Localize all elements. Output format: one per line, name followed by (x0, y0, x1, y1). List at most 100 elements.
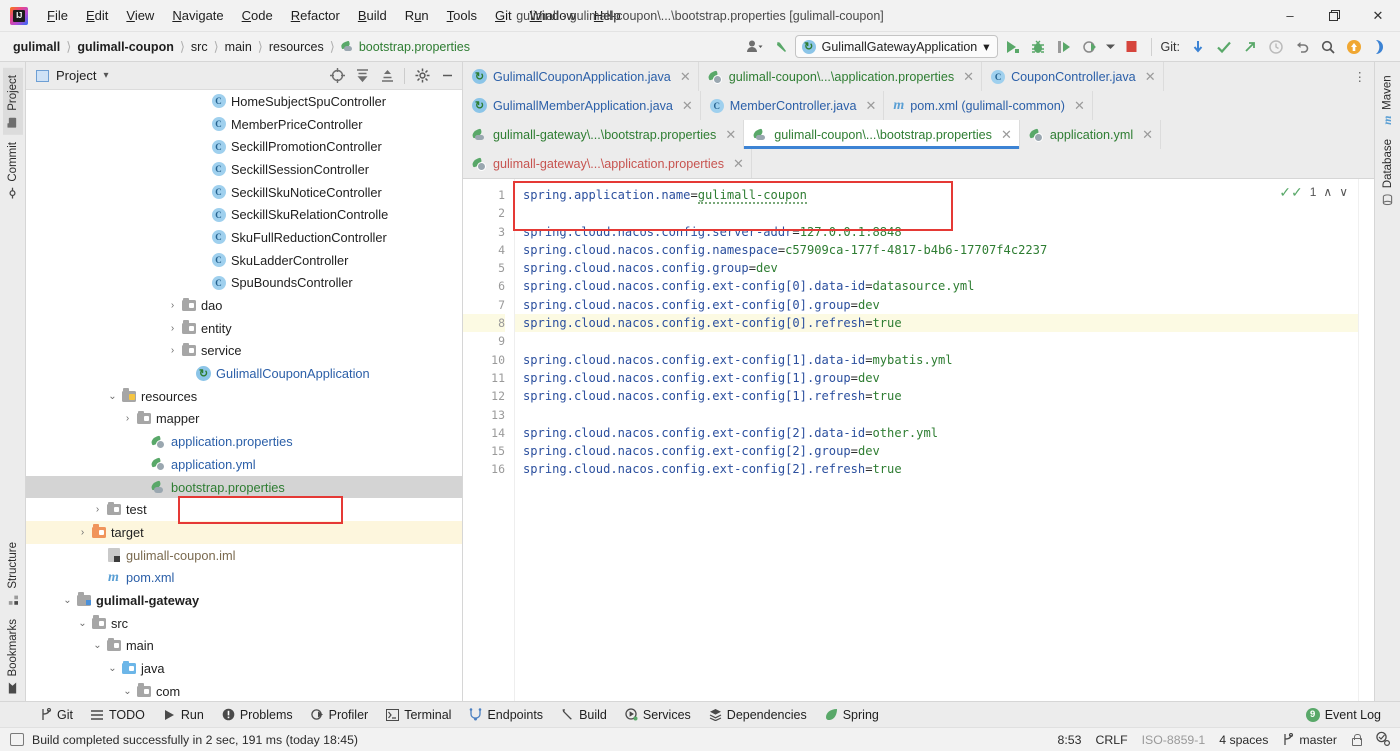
profiler-icon[interactable] (1078, 35, 1102, 59)
menu-view[interactable]: View (117, 4, 163, 27)
menu-refactor[interactable]: Refactor (282, 4, 349, 27)
chevron-right-icon[interactable]: › (75, 527, 90, 538)
run-configuration-selector[interactable]: GulimallGatewayApplication ▾ (794, 35, 998, 58)
tree-node-service[interactable]: › service (26, 340, 462, 363)
tree-node-skufullreductioncontroller[interactable]: C SkuFullReductionController (26, 226, 462, 249)
code-line[interactable]: spring.cloud.nacos.config.ext-config[1].… (523, 351, 1358, 369)
code-line[interactable]: spring.cloud.nacos.config.ext-config[1].… (523, 369, 1358, 387)
bottom-item-todo[interactable]: TODO (82, 705, 154, 725)
bottom-item-event-log[interactable]: 9 Event Log (1297, 705, 1390, 725)
menu-tools[interactable]: Tools (438, 4, 486, 27)
bottom-item-services[interactable]: Services (616, 705, 700, 725)
tab-gulimall-member-application-java[interactable]: GulimallMemberApplication.java ✕ (463, 91, 701, 120)
back-arrow-icon[interactable] (769, 35, 793, 59)
search-everywhere-icon[interactable] (1316, 35, 1340, 59)
chevron-right-icon[interactable]: › (165, 300, 180, 311)
update-project-icon[interactable] (1186, 35, 1210, 59)
breadcrumb-item-file[interactable]: bootstrap.properties (336, 38, 475, 56)
menu-edit[interactable]: Edit (77, 4, 117, 27)
tab-gulimall-gateway-application-properties[interactable]: gulimall-gateway\...\application.propert… (463, 149, 752, 178)
tab-overflow-menu-icon[interactable]: ⋮ (1346, 62, 1375, 91)
chevron-down-icon[interactable]: ⌄ (75, 618, 90, 629)
run-icon[interactable] (1000, 35, 1024, 59)
close-icon[interactable]: ✕ (1145, 69, 1156, 85)
indent-setting[interactable]: 4 spaces (1219, 733, 1268, 747)
menu-run[interactable]: Run (396, 4, 438, 27)
code-line[interactable]: spring.cloud.nacos.config.ext-config[2].… (523, 442, 1358, 460)
code-line[interactable] (523, 406, 1358, 424)
menu-window[interactable]: Window (521, 4, 585, 27)
sidebar-item-database[interactable]: Database (1378, 132, 1398, 212)
read-write-lock-icon[interactable] (1351, 733, 1362, 746)
status-message-group[interactable]: Build completed successfully in 2 sec, 1… (10, 733, 358, 747)
tree-node-main[interactable]: ⌄ main (26, 635, 462, 658)
chevron-down-icon[interactable]: ▾ (103, 70, 108, 81)
breadcrumb-item-project[interactable]: gulimall (8, 38, 65, 56)
tree-node-seckillskunoticecontroller[interactable]: C SeckillSkuNoticeController (26, 181, 462, 204)
chevron-down-icon[interactable]: ⌄ (120, 686, 135, 697)
tree-node-application-yml[interactable]: application.yml (26, 453, 462, 476)
tree-node-resources[interactable]: ⌄ resources (26, 385, 462, 408)
close-icon[interactable]: ✕ (733, 156, 744, 172)
breadcrumb-item-module[interactable]: gulimall-coupon (72, 38, 179, 56)
tab-gulimall-gateway-bootstrap-properties[interactable]: gulimall-gateway\...\bootstrap.propertie… (463, 120, 745, 149)
code-line[interactable]: spring.cloud.nacos.config.ext-config[1].… (523, 387, 1358, 405)
sidebar-item-maven[interactable]: m Maven (1376, 68, 1399, 132)
editor-error-stripe[interactable] (1358, 179, 1374, 701)
close-icon[interactable]: ✕ (680, 69, 691, 85)
tree-node-entity[interactable]: › entity (26, 317, 462, 340)
code-line[interactable]: spring.cloud.nacos.config.namespace=c579… (523, 241, 1358, 259)
collapse-all-icon[interactable] (376, 65, 398, 87)
chevron-right-icon[interactable]: › (165, 345, 180, 356)
bottom-item-build[interactable]: Build (552, 705, 616, 725)
chevron-right-icon[interactable]: › (120, 413, 135, 424)
close-icon[interactable]: ✕ (963, 69, 974, 85)
tree-node-application-properties[interactable]: application.properties (26, 430, 462, 453)
close-icon[interactable]: ✕ (682, 98, 693, 114)
project-tree[interactable]: C HomeSubjectSpuController C MemberPriceCon… (26, 90, 462, 701)
tree-node-target[interactable]: › target (26, 521, 462, 544)
tree-node-dao[interactable]: › dao (26, 294, 462, 317)
code-line[interactable]: spring.cloud.nacos.config.ext-config[2].… (523, 424, 1358, 442)
chevron-down-icon[interactable]: ⌄ (60, 595, 75, 606)
breadcrumb-item-resources[interactable]: resources (264, 38, 329, 56)
tree-node-gulimallcouponapplication[interactable]: GulimallCouponApplication (26, 362, 462, 385)
menu-git[interactable]: Git (486, 4, 521, 27)
menu-file[interactable]: File (38, 4, 77, 27)
tree-node-spuboundscontroller[interactable]: C SpuBoundsController (26, 272, 462, 295)
code-line[interactable]: spring.cloud.nacos.config.ext-config[0].… (515, 314, 1358, 333)
chevron-down-icon[interactable]: ⌄ (105, 391, 120, 402)
caret-position[interactable]: 8:53 (1058, 733, 1082, 747)
tree-node-java[interactable]: ⌄ java (26, 657, 462, 680)
project-panel-title-group[interactable]: Project ▾ (36, 68, 109, 83)
tree-node-src[interactable]: ⌄ src (26, 612, 462, 635)
line-separator[interactable]: CRLF (1095, 733, 1127, 747)
tab-application-yml[interactable]: application.yml ✕ (1019, 120, 1162, 149)
menu-code[interactable]: Code (233, 4, 282, 27)
tab-gulimall-coupon-application-properties[interactable]: gulimall-coupon\...\application.properti… (698, 62, 983, 91)
close-icon[interactable]: ✕ (1074, 98, 1085, 114)
menu-navigate[interactable]: Navigate (163, 4, 232, 27)
push-icon[interactable] (1238, 35, 1262, 59)
code-line[interactable] (523, 204, 1358, 222)
close-icon[interactable]: ✕ (1142, 127, 1153, 143)
tree-node-bootstrap-properties[interactable]: bootstrap.properties (26, 475, 462, 499)
bottom-item-spring[interactable]: Spring (816, 705, 888, 725)
debug-icon[interactable] (1026, 35, 1050, 59)
tree-node-com[interactable]: ⌄ com (26, 680, 462, 701)
code-line[interactable] (523, 332, 1358, 350)
close-icon[interactable]: ✕ (1001, 127, 1012, 143)
forward-icon[interactable] (1368, 35, 1392, 59)
select-opened-file-icon[interactable] (326, 65, 348, 87)
code-line[interactable]: spring.cloud.nacos.config.ext-config[2].… (523, 460, 1358, 478)
breadcrumb-item-main[interactable]: main (220, 38, 257, 56)
bottom-item-profiler[interactable]: Profiler (302, 705, 378, 725)
sidebar-item-project[interactable]: Project (2, 68, 23, 135)
file-encoding[interactable]: ISO-8859-1 (1142, 733, 1206, 747)
tree-node-seckillskurelationcontrolle[interactable]: C SeckillSkuRelationControlle (26, 203, 462, 226)
tree-node-mapper[interactable]: › mapper (26, 408, 462, 431)
bottom-item-terminal[interactable]: Terminal (377, 705, 460, 725)
tree-node-gulimall-gateway[interactable]: ⌄ gulimall-gateway (26, 589, 462, 612)
expand-all-icon[interactable] (351, 65, 373, 87)
profiler-dropdown-icon[interactable] (1104, 35, 1118, 59)
